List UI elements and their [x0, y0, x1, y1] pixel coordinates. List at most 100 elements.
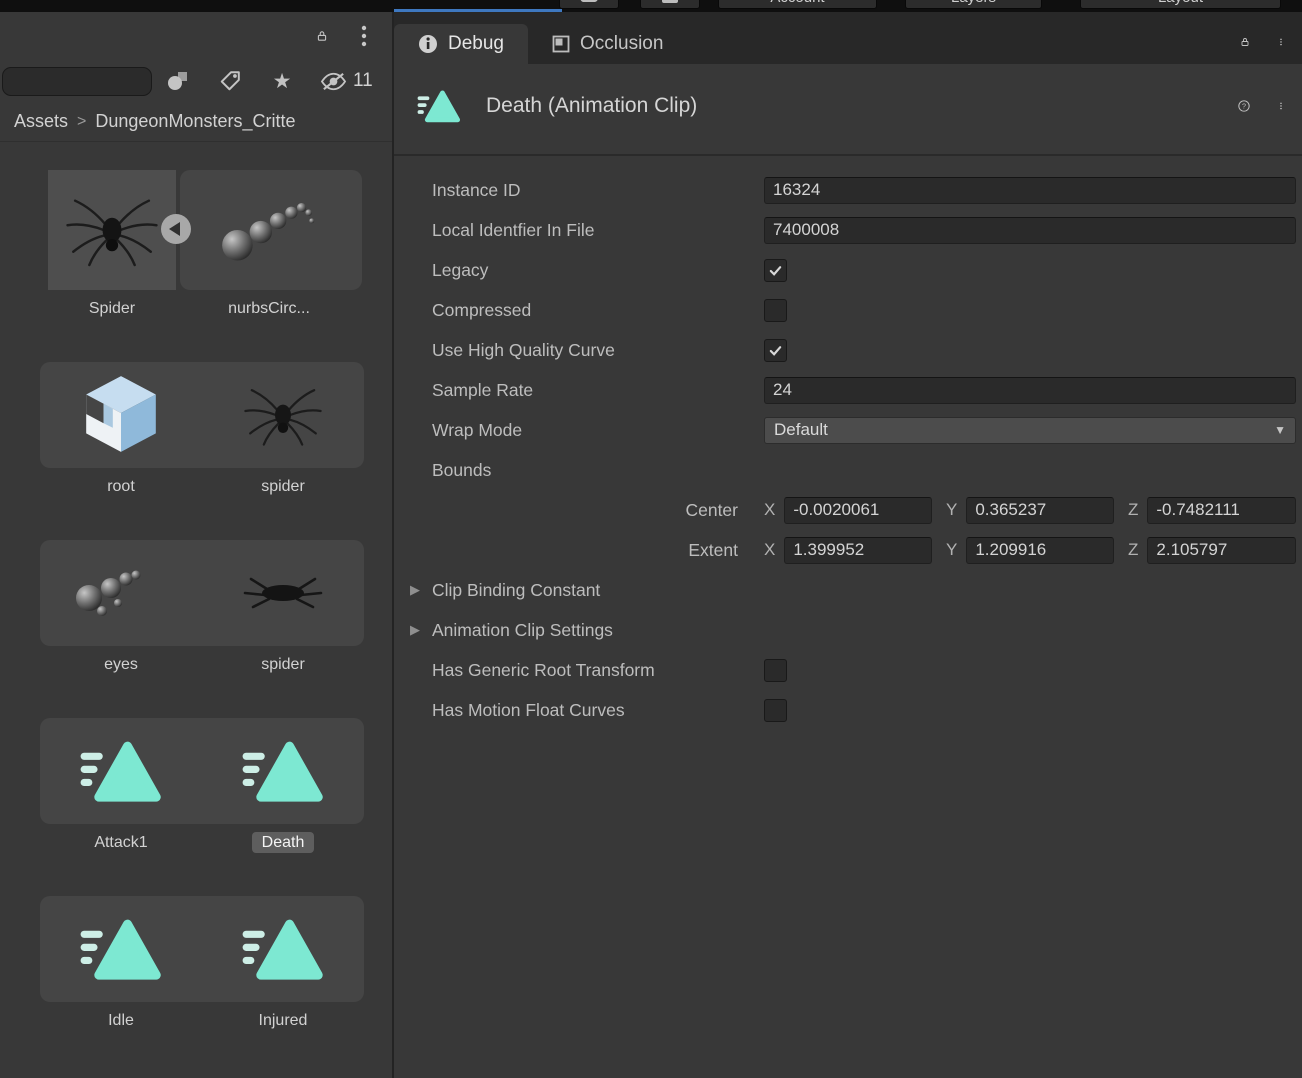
asset-thumbnail-injured[interactable]: [202, 896, 364, 1002]
bounds-center-y-field[interactable]: [966, 496, 1114, 524]
inspector-header: Death (Animation Clip) ?: [394, 64, 1302, 156]
help-button[interactable]: ?: [1232, 88, 1256, 124]
spider-image: [66, 199, 158, 267]
tab-occlusion[interactable]: Occlusion: [528, 24, 687, 64]
asset-label-selected[interactable]: Death: [251, 832, 315, 853]
field-label: Use High Quality Curve: [432, 339, 615, 360]
collab-cloud-button[interactable]: [559, 0, 619, 9]
field-row-compressed: Compressed: [394, 290, 1302, 330]
asset-thumbnail-death[interactable]: [202, 718, 364, 824]
field-label: Bounds: [432, 459, 492, 480]
kebab-menu-icon: [1280, 38, 1282, 46]
field-row-sample-rate: Sample Rate: [394, 370, 1302, 410]
field-label: Compressed: [432, 299, 532, 320]
asset-label[interactable]: nurbsCirc...: [228, 300, 310, 317]
subasset-collapse-button[interactable]: [161, 214, 191, 244]
sample-rate-field[interactable]: [764, 376, 1296, 404]
lock-icon: [1241, 38, 1249, 46]
spider-mesh-image: [244, 389, 322, 446]
model-cube-icon: [86, 376, 156, 452]
animation-clip-icon: [242, 741, 323, 802]
asset-label[interactable]: spider: [261, 478, 305, 495]
account-dropdown-button[interactable]: Account: [718, 0, 877, 9]
field-label: Sample Rate: [432, 379, 534, 400]
asset-label-row: Attack1 Death: [40, 832, 364, 853]
asset-label[interactable]: root: [107, 478, 135, 495]
save-search-button[interactable]: ★: [256, 63, 308, 99]
chevron-down-icon: ▼: [1274, 423, 1286, 437]
tab-debug[interactable]: Debug: [394, 24, 528, 64]
generic-root-transform-checkbox[interactable]: [764, 658, 787, 682]
breadcrumb-current-folder[interactable]: DungeonMonsters_Critte: [95, 111, 295, 132]
axis-z-label: Z: [1128, 540, 1139, 559]
field-label: Wrap Mode: [432, 419, 523, 440]
axis-x-label: X: [764, 540, 776, 559]
foldout-arrow-icon: ▶: [410, 582, 420, 597]
animation-clip-icon: [242, 919, 323, 980]
inspector-tab-menu-button[interactable]: [1274, 24, 1288, 60]
legacy-checkbox[interactable]: [764, 258, 787, 282]
asset-thumbnail-spider-mesh[interactable]: [202, 362, 364, 468]
asset-label[interactable]: eyes: [104, 656, 138, 673]
hidden-items-toggle[interactable]: 11: [310, 69, 379, 93]
bounds-extent-x-field[interactable]: [784, 536, 932, 564]
star-icon: ★: [272, 69, 292, 93]
high-quality-curve-checkbox[interactable]: [764, 338, 787, 362]
asset-thumbnail-spider[interactable]: [48, 170, 176, 290]
bounds-center-z-field[interactable]: [1147, 496, 1296, 524]
field-label: Instance ID: [432, 179, 521, 200]
inspector-title: Death (Animation Clip): [486, 94, 698, 117]
field-label: Center: [685, 499, 738, 520]
asset-thumbnail-nurbscircle[interactable]: [180, 170, 362, 290]
wrap-mode-dropdown[interactable]: Default ▼: [764, 416, 1296, 444]
motion-float-curves-checkbox[interactable]: [764, 698, 787, 722]
inspector-tabbar: Debug Occlusion: [394, 12, 1302, 64]
animation-clip-icon: [417, 90, 461, 123]
foldout-clip-binding-constant[interactable]: ▶ Clip Binding Constant: [394, 570, 1302, 610]
lock-button[interactable]: [310, 18, 334, 54]
layers-dropdown-button[interactable]: Layers: [905, 0, 1042, 9]
layout-dropdown-button[interactable]: Layout: [1080, 0, 1281, 9]
asset-label[interactable]: Injured: [259, 1012, 308, 1029]
foldout-animation-clip-settings[interactable]: ▶ Animation Clip Settings: [394, 610, 1302, 650]
asset-thumbnail-spider-flat[interactable]: [202, 540, 364, 646]
field-row-bounds-extent: Extent X Y Z: [394, 530, 1302, 570]
chevron-right-icon: >: [77, 112, 87, 130]
instance-id-field[interactable]: [764, 176, 1296, 204]
project-browser-panel: ★ 11 Assets > DungeonMonsters_Critte Spi…: [0, 12, 394, 1078]
eye-slash-icon: [320, 72, 347, 90]
asset-thumbnail-attack1[interactable]: [40, 718, 202, 824]
field-row-bounds-center: Center X Y Z: [394, 490, 1302, 530]
triangle-left-icon: [169, 222, 180, 236]
field-label: Has Generic Root Transform: [432, 659, 655, 680]
bounds-center-x-field[interactable]: [784, 496, 932, 524]
search-by-type-button[interactable]: [152, 63, 204, 99]
asset-label[interactable]: Idle: [108, 1012, 134, 1029]
bounds-extent-z-field[interactable]: [1147, 536, 1296, 564]
asset-label[interactable]: Attack1: [94, 834, 147, 851]
lock-icon: [317, 31, 327, 41]
check-icon: [769, 265, 782, 276]
asset-label-row: root spider: [40, 478, 364, 496]
breadcrumb-root[interactable]: Assets: [14, 111, 68, 132]
inspector-lock-button[interactable]: [1234, 24, 1256, 60]
search-input[interactable]: [2, 66, 152, 96]
asset-thumbnail-eyes[interactable]: [40, 540, 202, 646]
inspector-panel: Debug Occlusion Death (Animation Clip) ?…: [394, 12, 1302, 1078]
info-icon: [419, 35, 437, 53]
compressed-checkbox[interactable]: [764, 298, 787, 322]
bounds-extent-y-field[interactable]: [966, 536, 1114, 564]
local-identifier-field[interactable]: [764, 216, 1296, 244]
asset-label[interactable]: Spider: [89, 300, 135, 317]
subasset-row: [40, 896, 364, 1002]
asset-thumbnail-idle[interactable]: [40, 896, 202, 1002]
services-button[interactable]: [640, 0, 700, 9]
project-menu-button[interactable]: [352, 18, 376, 54]
hidden-items-count: 11: [353, 70, 373, 91]
asset-thumbnail-root[interactable]: [40, 362, 202, 468]
search-by-label-button[interactable]: [204, 63, 256, 99]
asset-label[interactable]: spider: [261, 656, 305, 673]
search-by-type-icon: [168, 72, 187, 90]
field-label: Local Identfier In File: [432, 219, 595, 240]
inspector-context-menu-button[interactable]: [1274, 88, 1288, 124]
